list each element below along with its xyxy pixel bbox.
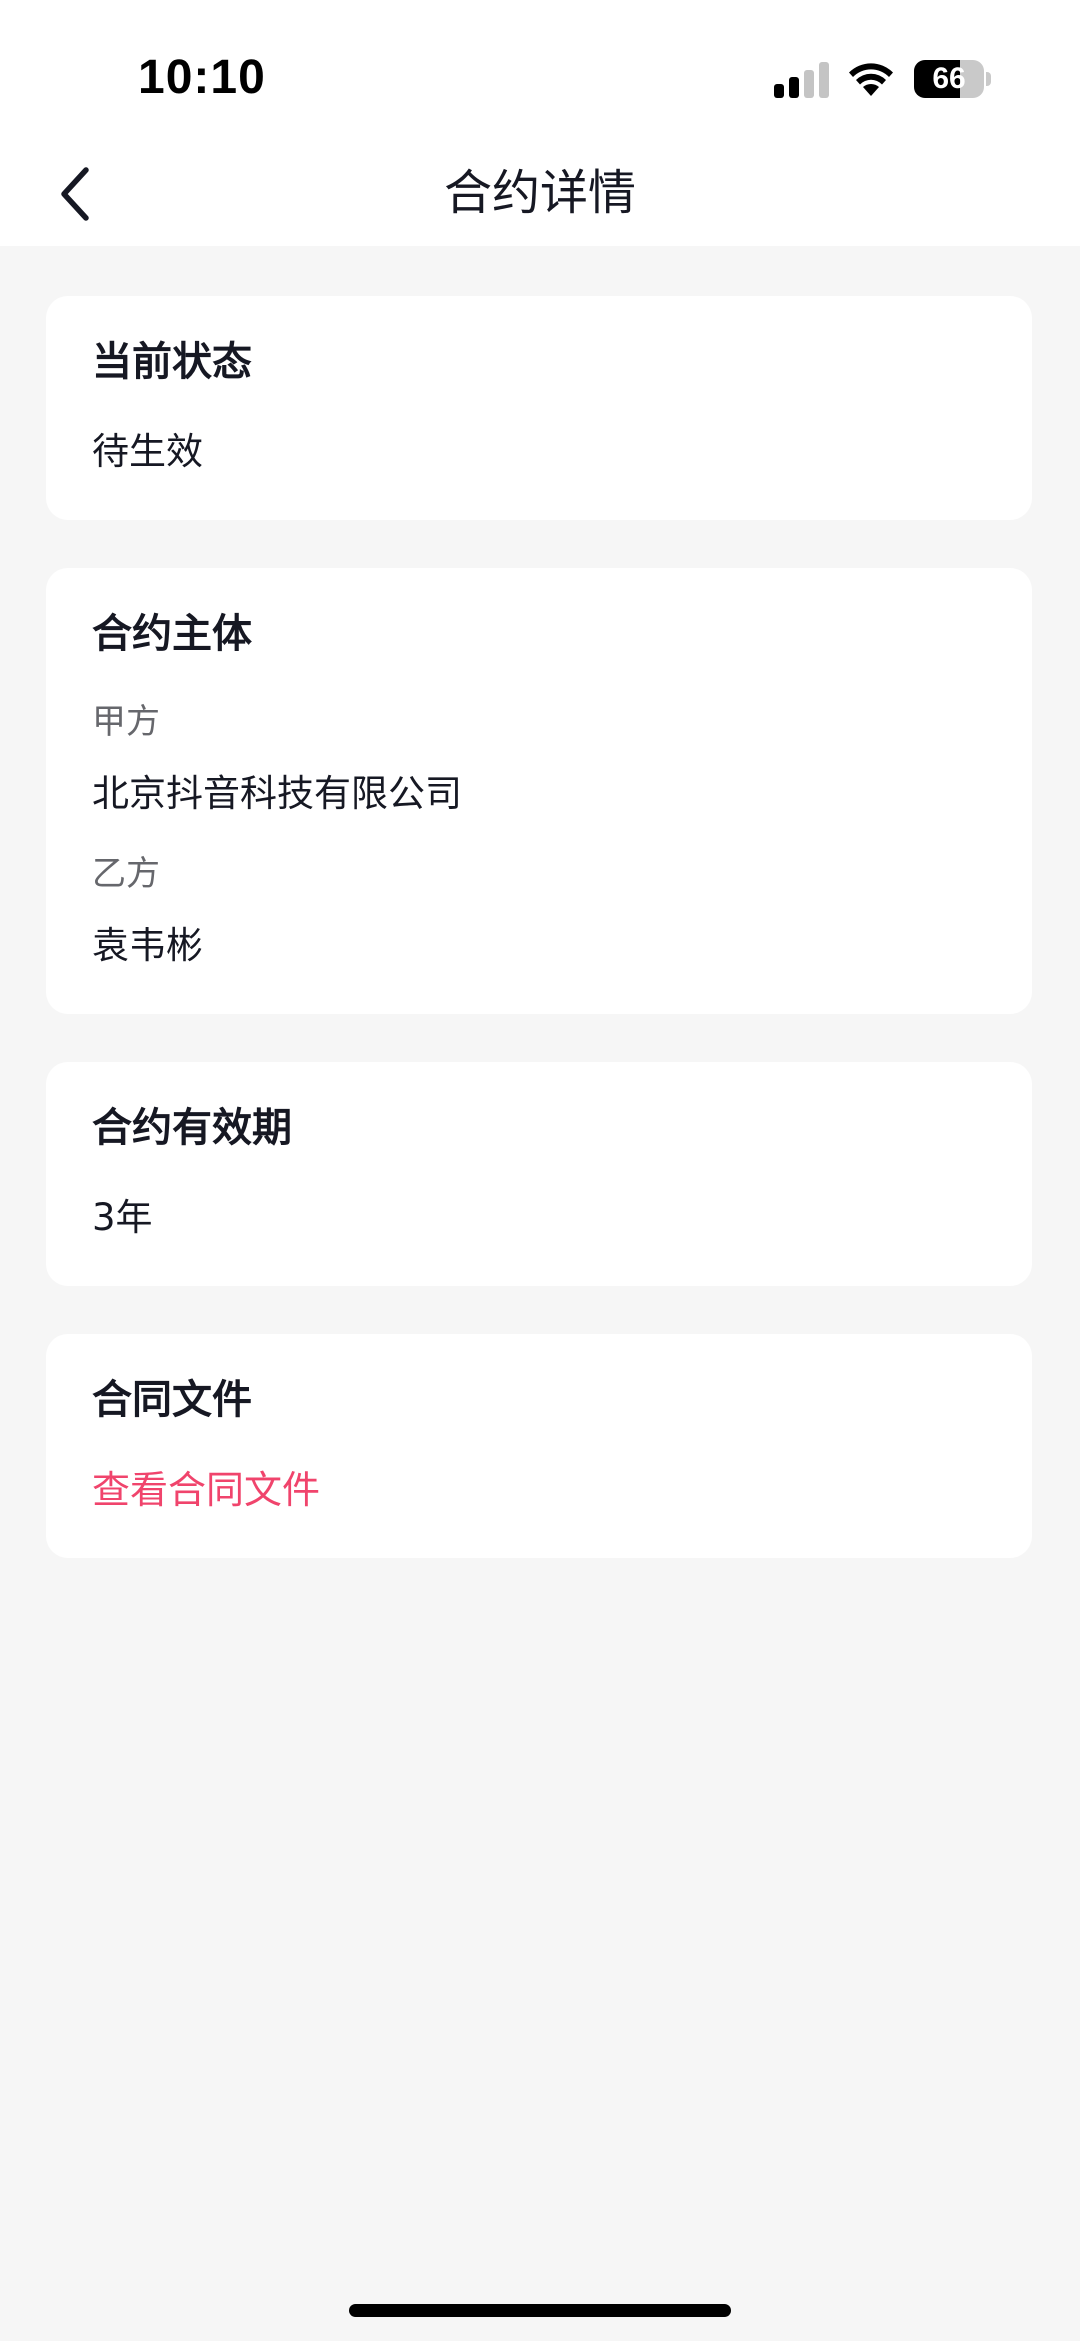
status-bar: 10:10 66 — [0, 0, 1080, 140]
view-contract-document-link[interactable]: 查看合同文件 — [92, 1464, 986, 1516]
page-title: 合约详情 — [443, 165, 636, 221]
contract-detail-content: 当前状态 待生效 合约主体 甲方 北京抖音科技有限公司 乙方 袁韦彬 合约有效期… — [46, 296, 1032, 1606]
home-indicator — [349, 2304, 731, 2317]
parties-card: 合约主体 甲方 北京抖音科技有限公司 乙方 袁韦彬 — [46, 568, 1032, 1014]
back-button[interactable] — [36, 154, 116, 234]
party-b-value: 袁韦彬 — [92, 924, 203, 967]
party-a-value: 北京抖音科技有限公司 — [92, 772, 462, 815]
wifi-icon — [849, 63, 893, 96]
validity-card: 合约有效期 3年 — [46, 1062, 1032, 1286]
status-card: 当前状态 待生效 — [46, 296, 1032, 520]
battery-icon: 66 — [914, 60, 991, 98]
validity-value: 3年 — [92, 1196, 153, 1239]
status-card-title: 当前状态 — [92, 339, 252, 385]
status-time: 10:10 — [138, 51, 266, 104]
validity-card-title: 合约有效期 — [92, 1105, 292, 1151]
parties-card-title: 合约主体 — [92, 611, 252, 657]
party-b-label: 乙方 — [92, 854, 160, 894]
chevron-left-icon — [61, 167, 89, 221]
status-value: 待生效 — [92, 430, 203, 473]
battery-level: 66 — [932, 62, 966, 95]
document-card-title: 合同文件 — [92, 1377, 252, 1423]
document-card: 合同文件 查看合同文件 — [46, 1334, 1032, 1558]
party-a-label: 甲方 — [92, 702, 160, 742]
navigation-bar: 合约详情 — [0, 140, 1080, 246]
cellular-signal-icon — [774, 62, 829, 98]
